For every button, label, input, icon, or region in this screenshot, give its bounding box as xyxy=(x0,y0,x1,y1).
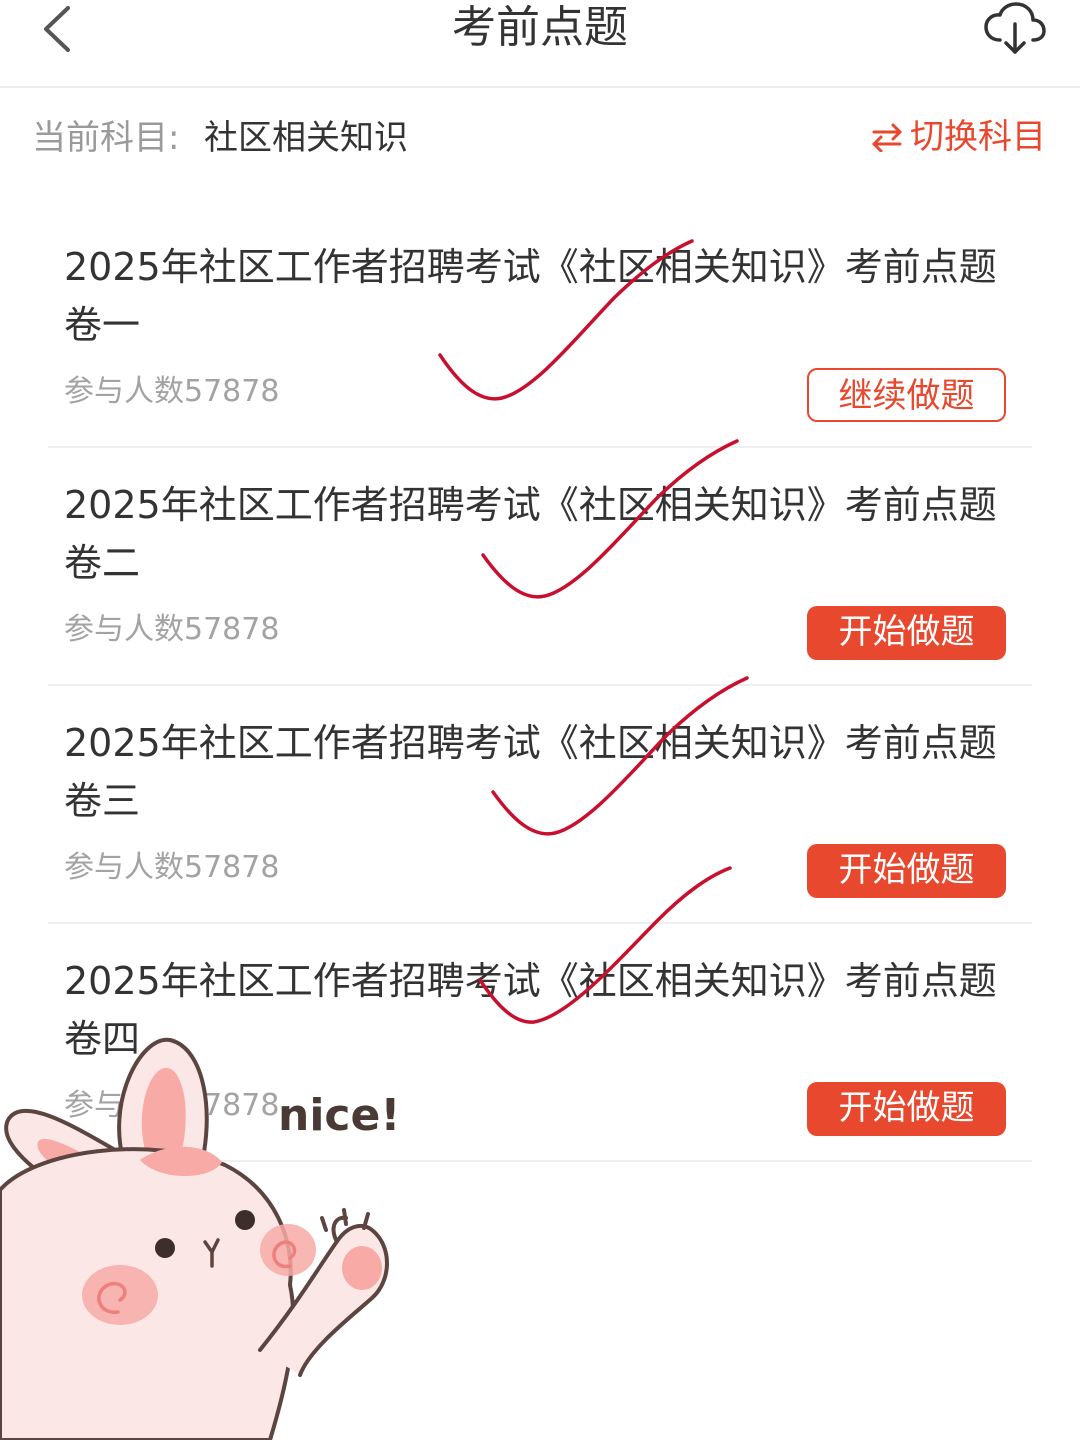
list-item[interactable]: 2025年社区工作者招聘考试《社区相关知识》考前点题卷一 参与人数57878 继… xyxy=(48,210,1032,448)
paper-list: 2025年社区工作者招聘考试《社区相关知识》考前点题卷一 参与人数57878 继… xyxy=(48,210,1032,1162)
download-button[interactable] xyxy=(982,2,1048,58)
continue-practice-button[interactable]: 继续做题 xyxy=(807,368,1006,422)
bunny-sticker: nice! xyxy=(0,1037,400,1440)
switch-subject-label: 切换科目 xyxy=(910,117,1046,157)
participant-count: 参与人数57878 xyxy=(64,374,280,409)
page-title: 考前点题 xyxy=(452,2,628,53)
start-practice-button[interactable]: 开始做题 xyxy=(807,1082,1006,1136)
list-item[interactable]: 2025年社区工作者招聘考试《社区相关知识》考前点题卷三 参与人数57878 开… xyxy=(48,686,1032,924)
list-item[interactable]: 2025年社区工作者招聘考试《社区相关知识》考前点题卷二 参与人数57878 开… xyxy=(48,448,1032,686)
subject-label: 当前科目: xyxy=(32,118,180,158)
start-practice-button[interactable]: 开始做题 xyxy=(807,844,1006,898)
paper-title: 2025年社区工作者招聘考试《社区相关知识》考前点题卷三 xyxy=(64,721,997,823)
top-nav-bar: 考前点题 xyxy=(0,0,1080,88)
paper-title: 2025年社区工作者招聘考试《社区相关知识》考前点题卷二 xyxy=(64,483,997,585)
paper-title: 2025年社区工作者招聘考试《社区相关知识》考前点题卷一 xyxy=(64,245,997,347)
participant-count: 参与人数57878 xyxy=(64,850,280,885)
sticker-text: nice! xyxy=(278,1090,400,1141)
participant-count: 参与人数57878 xyxy=(64,612,280,647)
cloud-download-icon xyxy=(984,2,1046,54)
swap-arrows-icon xyxy=(872,123,902,152)
switch-subject-button[interactable]: 切换科目 xyxy=(870,114,1046,160)
subject-bar: 当前科目: 社区相关知识 切换科目 xyxy=(0,88,1080,188)
start-practice-button[interactable]: 开始做题 xyxy=(807,606,1006,660)
current-subject: 社区相关知识 xyxy=(204,118,408,158)
